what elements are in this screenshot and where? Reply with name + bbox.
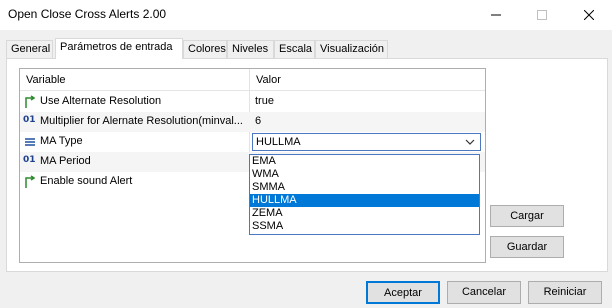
row-value[interactable]: 6	[255, 115, 261, 127]
maximize-button	[519, 0, 565, 30]
row-value[interactable]: true	[255, 95, 274, 107]
load-button[interactable]: Cargar	[490, 205, 564, 227]
row-name: Multiplier for Alernate Resolution(minva…	[40, 115, 243, 127]
tab-parametros-de-entrada[interactable]: Parámetros de entrada	[55, 38, 183, 59]
maximize-icon	[537, 10, 547, 20]
close-button[interactable]	[566, 0, 612, 30]
header-value: Valor	[256, 74, 281, 86]
chevron-down-icon[interactable]	[465, 134, 475, 153]
list-icon	[23, 135, 37, 149]
table-row[interactable]: 01 Multiplier for Alernate Resolution(mi…	[20, 112, 485, 132]
tab-general[interactable]: General	[6, 40, 53, 58]
dropdown-option-ssma[interactable]: SSMA	[250, 220, 479, 233]
ma-type-dropdown-list: EMA WMA SMMA HULLMA ZEMA SSMA	[249, 154, 480, 235]
reset-button[interactable]: Reiniciar	[528, 281, 602, 304]
save-button[interactable]: Guardar	[490, 236, 564, 258]
table-row[interactable]: MA Type HULLMA	[20, 132, 485, 152]
number-icon: 01	[23, 115, 36, 125]
minimize-icon	[491, 14, 501, 16]
tab-visualizacion[interactable]: Visualización	[315, 40, 388, 58]
accept-button[interactable]: Aceptar	[366, 281, 440, 304]
dropdown-option-hullma[interactable]: HULLMA	[250, 194, 479, 207]
table-row[interactable]: Use Alternate Resolution true	[20, 92, 485, 112]
select-value: HULLMA	[256, 136, 301, 148]
minimize-button[interactable]	[473, 0, 519, 30]
close-icon	[584, 10, 594, 20]
ma-type-select[interactable]: HULLMA	[252, 133, 481, 151]
dropdown-option-wma[interactable]: WMA	[250, 168, 479, 181]
tab-niveles[interactable]: Niveles	[227, 40, 274, 58]
cancel-button[interactable]: Cancelar	[447, 281, 521, 304]
dropdown-option-ema[interactable]: EMA	[250, 155, 479, 168]
arrow-icon	[23, 95, 37, 109]
dropdown-option-smma[interactable]: SMMA	[250, 181, 479, 194]
tab-escala[interactable]: Escala	[274, 40, 315, 58]
number-icon: 01	[23, 155, 36, 165]
window-title: Open Close Cross Alerts 2.00	[8, 7, 167, 21]
dropdown-option-zema[interactable]: ZEMA	[250, 207, 479, 220]
header-variable: Variable	[26, 74, 66, 86]
row-name: MA Type	[40, 135, 83, 147]
table-header: Variable Valor	[20, 69, 485, 91]
row-name: Use Alternate Resolution	[40, 95, 162, 107]
row-name: Enable sound Alert	[40, 175, 133, 187]
arrow-icon	[23, 175, 37, 189]
row-name: MA Period	[40, 155, 91, 167]
tab-colores[interactable]: Colores	[183, 40, 227, 58]
title-bar: Open Close Cross Alerts 2.00	[0, 0, 612, 30]
